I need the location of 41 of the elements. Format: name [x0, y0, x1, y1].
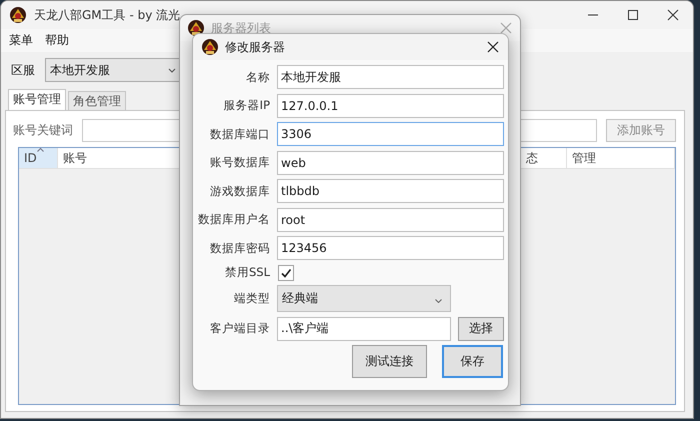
field-label: 客户端目录 — [209, 321, 270, 336]
input-field[interactable]: 本地开发服 — [277, 65, 504, 89]
menu-item[interactable]: 帮助 — [45, 32, 69, 49]
tab[interactable]: 角色管理 — [68, 91, 126, 110]
column-header[interactable]: 管理 — [567, 148, 675, 168]
field-label: 游戏数据库 — [209, 184, 270, 198]
checkbox[interactable] — [278, 264, 294, 280]
save-button[interactable]: 保存 — [442, 344, 503, 378]
input-field[interactable]: 127.0.0.1 — [277, 94, 504, 118]
tab[interactable]: 账号管理 — [8, 89, 66, 110]
server-label: 区服 — [11, 62, 35, 78]
input-field[interactable]: web — [277, 150, 504, 174]
browse-button[interactable]: 选择 — [458, 316, 504, 340]
field-label: 禁用SSL — [224, 265, 270, 280]
dialog-title: 服务器列表 — [211, 20, 272, 36]
field-label: 数据库密码 — [209, 240, 270, 256]
field-label: 端类型 — [233, 291, 270, 306]
field-label: 数据库端口 — [209, 126, 270, 142]
column-header[interactable]: ID — [19, 148, 58, 168]
menu-item[interactable]: 菜单 — [9, 32, 33, 49]
logo-icon — [201, 38, 219, 56]
input-field[interactable]: tlbbdb — [277, 179, 504, 203]
input-field[interactable]: 3306 — [277, 122, 504, 146]
server-dropdown[interactable]: 本地开发服 — [45, 58, 181, 82]
chevron-down-icon — [168, 68, 176, 72]
chevron-down-icon — [435, 298, 442, 302]
input-field[interactable]: 123456 — [277, 236, 504, 260]
field-label: 名称 — [245, 70, 270, 84]
input-field[interactable]: ..\客户端 — [277, 316, 451, 340]
field-label: 服务器IP — [222, 98, 270, 113]
window-title: 天龙八部GM工具 - by 流光 — [34, 6, 182, 24]
dialog-title: 修改服务器 — [225, 38, 286, 56]
logo-icon — [187, 19, 205, 37]
field-label: 数据库用户名 — [197, 212, 270, 227]
test-connection-button[interactable]: 测试连接 — [352, 344, 427, 378]
close-icon[interactable] — [487, 41, 499, 53]
logo-icon — [9, 6, 27, 24]
client-type-dropdown[interactable]: 经典端 — [277, 285, 451, 312]
input-field[interactable]: root — [277, 208, 504, 232]
keyword-label: 账号关键词 — [13, 122, 73, 139]
field-label: 账号数据库 — [209, 155, 270, 170]
